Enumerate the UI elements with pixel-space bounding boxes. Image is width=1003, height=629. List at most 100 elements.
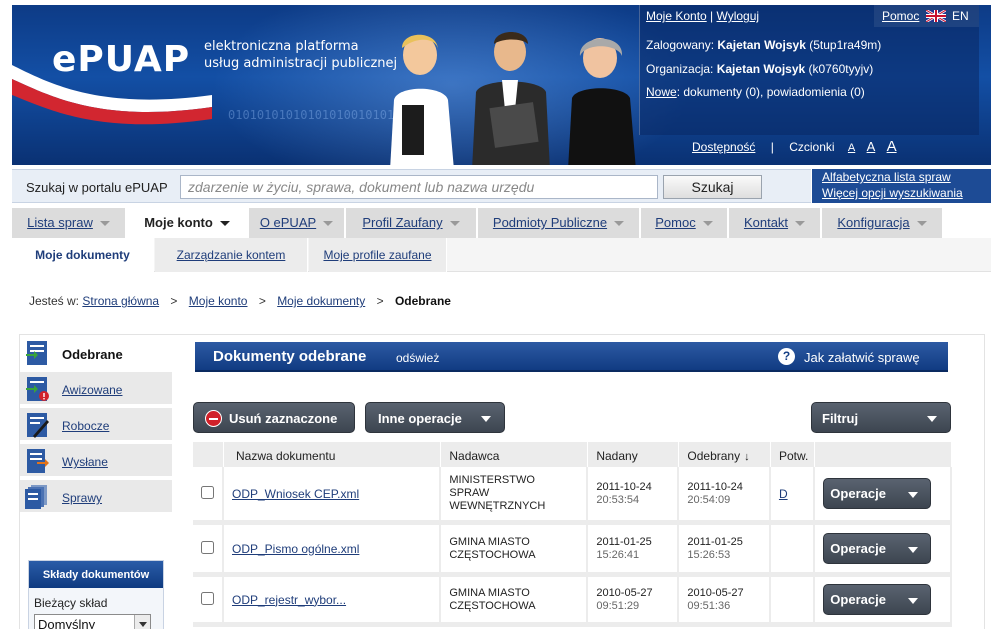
operations-button[interactable]: Operacje	[823, 533, 932, 564]
other-operations-button[interactable]: Inne operacje	[365, 402, 505, 433]
documents-header: Dokumenty odebrane odśwież ? Jak załatwi…	[195, 342, 948, 372]
sender: GMINA MIASTO CZĘSTOCHOWA	[449, 535, 536, 561]
sender: GMINA MIASTO CZĘSTOCHOWA	[449, 586, 536, 612]
chevron-down-icon	[916, 221, 927, 227]
column-header-sent[interactable]: Nadany	[588, 442, 680, 467]
breadcrumb-my-account[interactable]: Moje konto	[189, 294, 248, 308]
accessibility-link[interactable]: Dostępność	[692, 140, 755, 154]
documents-title: Dokumenty odebrane	[213, 348, 367, 365]
filter-button[interactable]: Filtruj	[811, 402, 951, 433]
subtab-my-documents[interactable]: Moje dokumenty	[12, 238, 154, 272]
chevron-down-icon	[702, 221, 713, 227]
my-account-link[interactable]: Moje Konto	[646, 9, 707, 23]
document-link[interactable]: ODP_Pismo ogólne.xml	[232, 542, 359, 556]
refresh-link[interactable]: odśwież	[396, 351, 439, 365]
subtab-trusted-profiles[interactable]: Moje profile zaufane	[309, 238, 447, 272]
nav-tab-case-list[interactable]: Lista spraw	[12, 208, 126, 238]
sent-icon	[27, 449, 49, 473]
nav-tab-configuration[interactable]: Konfiguracja	[822, 208, 943, 238]
nav-tab-about[interactable]: O ePUAP	[249, 208, 345, 238]
column-header-received[interactable]: Odebrany ↓	[679, 442, 771, 467]
document-link[interactable]: ODP_Wniosek CEP.xml	[232, 487, 359, 501]
logo-tagline: elektroniczna platforma usług administra…	[204, 39, 398, 71]
nav-tab-help[interactable]: Pomoc	[641, 208, 728, 238]
row-checkbox[interactable]	[201, 540, 214, 554]
select-column-header	[193, 442, 224, 467]
warehouse-select[interactable]: Domyślny	[34, 614, 151, 629]
nav-tab-trusted-profile[interactable]: Profil Zaufany	[346, 208, 477, 238]
sidebar-item-received[interactable]: Odebrane	[20, 336, 172, 370]
notice-icon	[26, 377, 49, 401]
chevron-down-icon	[908, 598, 919, 604]
logged-user-line: Zalogowany: Kajetan Wojsyk (5tup1ra49m)	[646, 38, 882, 52]
search-input[interactable]	[180, 175, 658, 199]
language-switch[interactable]: EN	[952, 9, 969, 23]
inbox-icon	[26, 341, 47, 365]
site-header: 0101010101010101001010101 ePUAP elektron…	[12, 5, 991, 165]
how-to-link[interactable]: Jak załatwić sprawę	[804, 350, 920, 365]
delete-selected-button[interactable]: Usuń zaznaczone	[193, 402, 355, 433]
table-row: ODP_Wniosek CEP.xml MINISTERSTWO SPRAW W…	[193, 467, 952, 525]
help-link[interactable]: Pomoc	[882, 9, 919, 23]
epuap-logo[interactable]: ePUAP	[52, 39, 190, 80]
chevron-down-icon	[614, 221, 625, 227]
documents-table: Nazwa dokumentu Nadawca Nadany Odebrany ↓…	[193, 442, 952, 627]
sidebar-item-sent[interactable]: Wysłane	[20, 444, 172, 478]
document-link[interactable]: ODP_rejestr_wybor...	[232, 593, 346, 607]
row-checkbox[interactable]	[201, 591, 214, 605]
uk-flag-icon[interactable]	[926, 10, 946, 22]
breadcrumb-my-documents[interactable]: Moje dokumenty	[277, 294, 365, 308]
row-checkbox[interactable]	[201, 485, 214, 499]
nav-tab-public-entities[interactable]: Podmioty Publiczne	[478, 208, 640, 238]
chevron-down-icon	[134, 615, 150, 629]
chevron-down-icon	[481, 416, 491, 422]
chevron-down-icon	[323, 221, 334, 227]
column-header-operations	[815, 442, 952, 467]
sidebar-item-cases[interactable]: Sprawy	[20, 480, 172, 514]
sort-down-icon: ↓	[744, 450, 750, 463]
chevron-down-icon	[449, 221, 460, 227]
breadcrumb-home[interactable]: Strona główna	[82, 294, 159, 308]
chevron-down-icon	[795, 221, 806, 227]
alphabetical-list-link[interactable]: Alfabetyczna lista spraw	[822, 170, 951, 184]
new-items-link[interactable]: Nowe	[646, 85, 677, 99]
chevron-down-icon	[927, 416, 937, 422]
confirmation-link[interactable]: D	[779, 487, 788, 501]
more-search-options-link[interactable]: Więcej opcji wyszukiwania	[822, 186, 963, 200]
sent-date: 2011-10-24 20:53:54	[588, 467, 680, 525]
received-date: 2010-05-27 09:51:36	[679, 577, 771, 627]
warehouse-current-label: Bieżący skład	[34, 596, 108, 610]
search-button[interactable]: Szukaj	[663, 175, 762, 199]
draft-icon	[27, 413, 49, 438]
column-header-sender[interactable]: Nadawca	[441, 442, 589, 467]
operations-button[interactable]: Operacje	[823, 478, 932, 509]
question-icon[interactable]: ?	[778, 348, 795, 365]
warehouse-title: Składy dokumentów	[29, 561, 163, 588]
sidebar-item-drafts[interactable]: Robocze	[20, 408, 172, 442]
font-size-small[interactable]: A	[848, 142, 855, 154]
column-header-name[interactable]: Nazwa dokumentu	[224, 442, 442, 467]
organization-name: Kajetan Wojsyk	[716, 62, 806, 76]
breadcrumb-current: Odebrane	[394, 294, 451, 308]
column-header-confirm[interactable]: Potw.	[770, 442, 816, 467]
subtab-account-management[interactable]: Zarządzanie kontem	[155, 238, 308, 272]
search-side-links: Alfabetyczna lista spraw Więcej opcji wy…	[812, 169, 991, 203]
nav-tab-my-account[interactable]: Moje konto	[127, 208, 248, 238]
chevron-down-icon	[219, 221, 230, 227]
chevron-down-icon	[908, 492, 919, 498]
chevron-down-icon	[908, 547, 919, 553]
sidebar-item-notified[interactable]: Awizowane	[20, 372, 172, 406]
logout-link[interactable]: Wyloguj	[717, 9, 760, 23]
search-label: Szukaj w portalu ePUAP	[26, 180, 168, 195]
logged-user-name: Kajetan Wojsyk	[717, 38, 806, 52]
operations-button[interactable]: Operacje	[823, 584, 932, 615]
accessibility-bar: Dostępność | Czcionki A A A	[692, 138, 897, 155]
nav-tab-contact[interactable]: Kontakt	[729, 208, 821, 238]
chevron-down-icon	[99, 221, 110, 227]
sent-date: 2011-01-25 15:26:41	[588, 525, 680, 577]
sub-navigation: Moje dokumenty Zarządzanie kontem Moje p…	[12, 238, 991, 272]
font-size-large[interactable]: A	[887, 138, 897, 155]
search-bar: Szukaj w portalu ePUAP Szukaj	[12, 169, 811, 203]
document-warehouse-box: Składy dokumentów Bieżący skład Domyślny	[28, 560, 164, 629]
font-size-medium[interactable]: A	[867, 139, 876, 154]
